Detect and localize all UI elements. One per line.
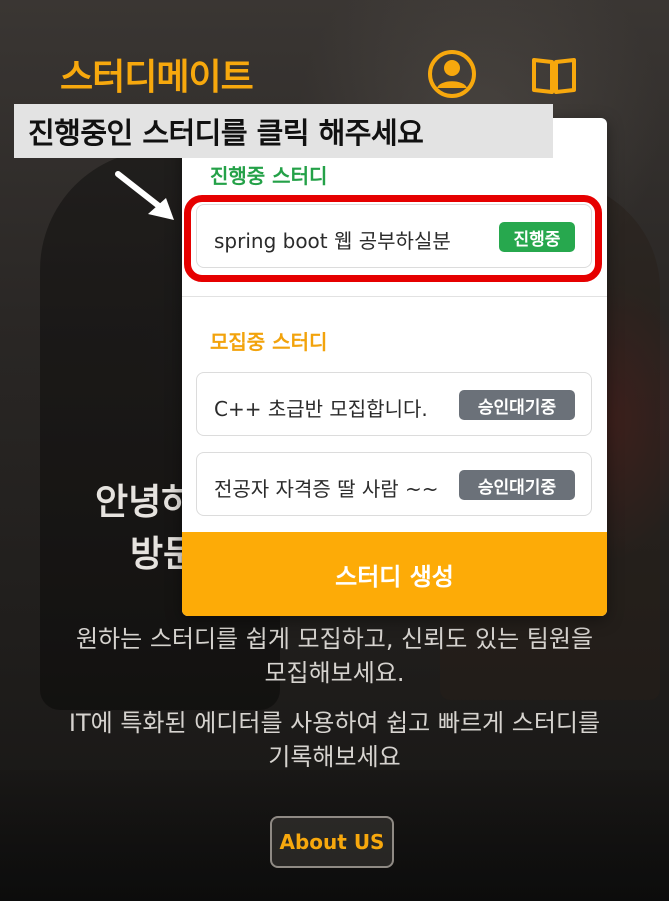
create-study-button[interactable]: 스터디 생성	[182, 532, 607, 616]
hero-description-2: IT에 특화된 에디터를 사용하여 쉽고 빠르게 스터디를 기록해보세요	[0, 706, 669, 774]
hero-title-line1: 안녕하	[95, 482, 195, 523]
hero-description-1: 원하는 스터디를 쉽게 모집하고, 신뢰도 있는 팀원을 모집해보세요.	[0, 622, 669, 690]
arrow-pointer-icon	[115, 171, 174, 220]
study-dropdown-popup: 진행중 스터디 spring boot 웹 공부하실분 진행중 모집중 스터디 …	[182, 118, 607, 616]
study-name: 전공자 자격증 딸 사람 ~~	[214, 477, 439, 501]
user-circle-icon[interactable]	[426, 48, 478, 100]
active-study-section-title: 진행중 스터디	[210, 164, 328, 188]
recruiting-study-item[interactable]: 전공자 자격증 딸 사람 ~~ 승인대기중	[196, 452, 592, 516]
open-book-icon[interactable]	[528, 48, 580, 100]
recruiting-study-section-title: 모집중 스터디	[210, 330, 328, 354]
hero-desc1-line2: 모집해보세요.	[264, 659, 405, 687]
about-us-button[interactable]: About US	[270, 816, 394, 868]
status-badge: 승인대기중	[459, 390, 575, 420]
instruction-banner: 진행중인 스터디를 클릭 해주세요	[14, 104, 553, 158]
hero-desc2-line2: 기록해보세요	[268, 743, 401, 771]
highlight-box	[184, 195, 602, 282]
study-name: C++ 초급반 모집합니다.	[214, 397, 428, 421]
recruiting-study-item[interactable]: C++ 초급반 모집합니다. 승인대기중	[196, 372, 592, 436]
section-divider	[182, 296, 607, 297]
hero-desc2-line1: IT에 특화된 에디터를 사용하여 쉽고 빠르게 스터디를	[68, 709, 601, 737]
hero-desc1-line1: 원하는 스터디를 쉽게 모집하고, 신뢰도 있는 팀원을	[75, 625, 594, 653]
site-logo[interactable]: 스터디메이트	[60, 48, 254, 100]
status-badge: 승인대기중	[459, 470, 575, 500]
